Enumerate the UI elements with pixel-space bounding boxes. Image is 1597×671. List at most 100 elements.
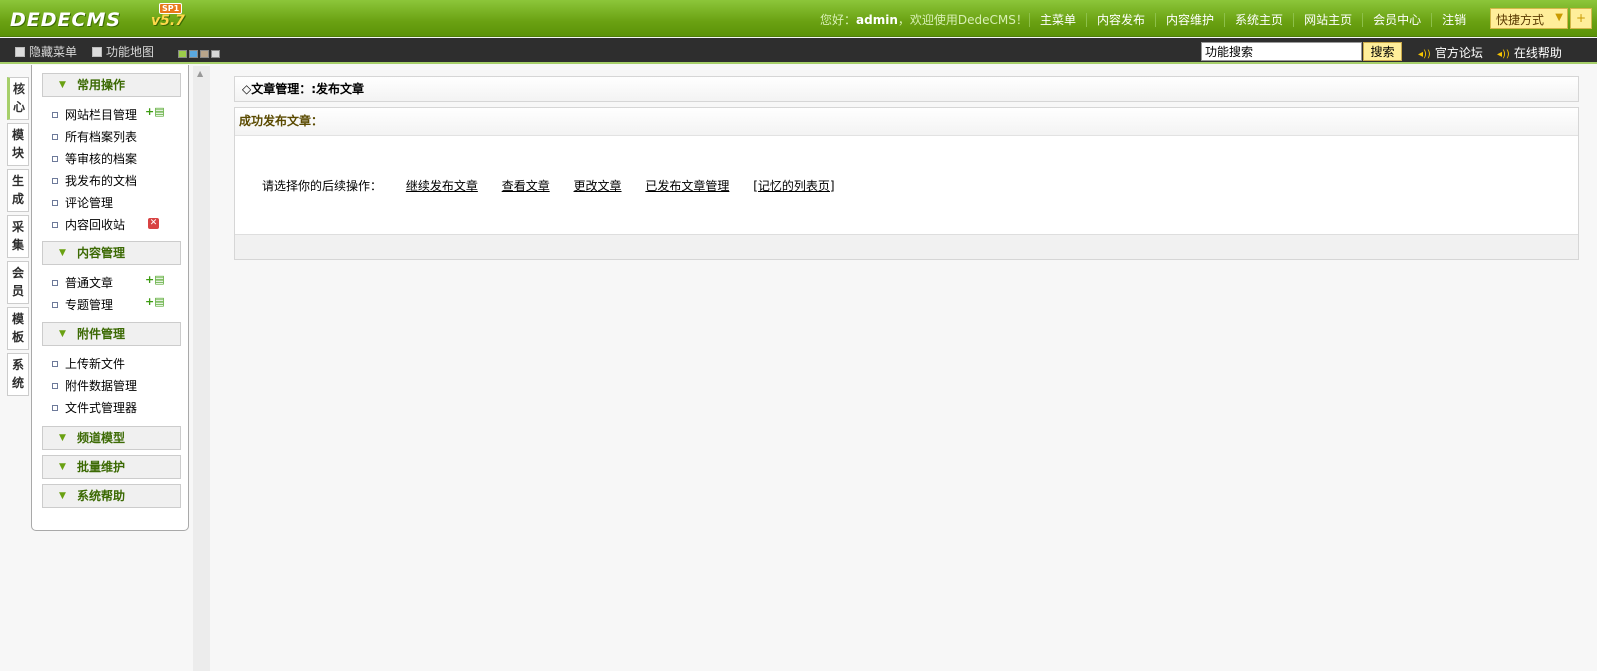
- menu-item-recycle-bin[interactable]: 内容回收站 ✕: [52, 216, 159, 233]
- quick-menu-label: 快捷方式: [1496, 13, 1545, 27]
- menu-item-all-archives[interactable]: 所有档案列表: [52, 128, 137, 145]
- view-article-link[interactable]: 查看文章: [502, 179, 550, 193]
- help-label: 在线帮助: [1513, 46, 1562, 60]
- menu-item-label: 内容回收站: [65, 218, 126, 232]
- bullet-icon: [52, 383, 58, 389]
- add-icon[interactable]: +▤: [145, 105, 165, 118]
- tab-templates[interactable]: 模板: [7, 307, 29, 350]
- signal-icon: ◂)): [1418, 49, 1431, 60]
- group-title: 附件管理: [77, 327, 126, 341]
- skin-brown-swatch[interactable]: [200, 50, 209, 58]
- tab-collect-label: 采集: [12, 220, 25, 252]
- chevron-down-icon: ▼: [59, 248, 66, 258]
- skin-gray-swatch[interactable]: [211, 50, 220, 58]
- skin-switcher: [178, 47, 222, 61]
- group-channel-models[interactable]: ▼ 频道模型: [42, 426, 181, 450]
- search-input[interactable]: [1201, 42, 1362, 61]
- forum-link[interactable]: ◂)) 官方论坛: [1418, 44, 1483, 61]
- nav-main-menu[interactable]: 主菜单: [1029, 13, 1087, 27]
- group-title: 批量维护: [77, 460, 126, 474]
- top-header: DEDECMS v5.7 SP1 您好：admin，欢迎使用DedeCMS！ 主…: [0, 0, 1597, 37]
- clear-icon[interactable]: ✕: [148, 218, 159, 229]
- tab-members[interactable]: 会员: [7, 261, 29, 304]
- skin-blue-swatch[interactable]: [189, 50, 198, 58]
- group-system-help[interactable]: ▼ 系统帮助: [42, 484, 181, 508]
- tab-generate-label: 生成: [12, 174, 25, 206]
- nav-member-center[interactable]: 会员中心: [1362, 13, 1432, 27]
- help-link[interactable]: ◂)) 在线帮助: [1497, 44, 1562, 61]
- menu-item-label: 所有档案列表: [65, 130, 138, 144]
- chevron-down-icon: ▼: [59, 433, 66, 443]
- version-label: v5.7: [151, 13, 185, 29]
- chevron-down-icon: ▼: [59, 80, 66, 90]
- chevron-down-icon: ▼: [59, 329, 66, 339]
- menu-item-topics[interactable]: 专题管理 +▤: [52, 295, 165, 313]
- site-map-label: 功能地图: [106, 45, 155, 59]
- actions-prompt: 请选择你的后续操作：: [262, 179, 383, 193]
- bullet-icon: [52, 112, 58, 118]
- menu-item-articles[interactable]: 普通文章 +▤: [52, 273, 165, 291]
- nav-content-publish[interactable]: 内容发布: [1086, 13, 1156, 27]
- chevron-down-icon: ▼: [59, 491, 66, 501]
- remembered-list-link[interactable]: [记忆的列表页]: [753, 179, 834, 193]
- collapse-arrow-icon[interactable]: ▲: [197, 69, 203, 78]
- menu-item-my-documents[interactable]: 我发布的文档: [52, 172, 137, 189]
- bullet-icon: [52, 280, 58, 286]
- group-attachments[interactable]: ▼ 附件管理: [42, 322, 181, 346]
- add-icon[interactable]: +▤: [145, 273, 165, 286]
- edit-article-link[interactable]: 更改文章: [574, 179, 622, 193]
- site-map-button[interactable]: 功能地图: [92, 43, 154, 60]
- tab-core[interactable]: 核心: [7, 77, 29, 120]
- hide-menu-label: 隐藏菜单: [29, 45, 78, 59]
- bullet-icon: [52, 302, 58, 308]
- welcome-suffix: ，欢迎使用DedeCMS！: [897, 13, 1028, 27]
- group-title: 系统帮助: [77, 489, 126, 503]
- bullet-icon: [52, 405, 58, 411]
- sidebar-splitter[interactable]: ▲: [193, 66, 210, 671]
- nav-site-home[interactable]: 网站主页: [1293, 13, 1363, 27]
- bullet-icon: [52, 134, 58, 140]
- menu-item-label: 专题管理: [65, 298, 114, 312]
- result-title: 成功发布文章：: [235, 108, 1578, 136]
- menu-item-category-manage[interactable]: 网站栏目管理 +▤: [52, 105, 165, 123]
- menu-item-pending-archives[interactable]: 等审核的档案: [52, 150, 137, 167]
- module-tabs: 核心 模块 生成 采集 会员 模板 系统: [7, 77, 31, 399]
- quick-add-button[interactable]: +: [1570, 8, 1592, 29]
- logo: DEDECMS: [10, 9, 122, 31]
- bullet-icon: [52, 200, 58, 206]
- menu-item-comments[interactable]: 评论管理: [52, 194, 113, 211]
- search-button[interactable]: 搜索: [1363, 42, 1402, 61]
- result-footer: [235, 234, 1578, 259]
- menu-item-file-manager[interactable]: 文件式管理器: [52, 399, 137, 416]
- menu-item-label: 我发布的文档: [65, 174, 138, 188]
- continue-publish-link[interactable]: 继续发布文章: [406, 179, 478, 193]
- tab-generate[interactable]: 生成: [7, 169, 29, 212]
- menu-item-label: 附件数据管理: [65, 379, 138, 393]
- group-content-manage[interactable]: ▼ 内容管理: [42, 241, 181, 265]
- skin-green-swatch[interactable]: [178, 50, 187, 58]
- group-common-ops[interactable]: ▼ 常用操作: [42, 73, 181, 97]
- group-title: 频道模型: [77, 431, 126, 445]
- welcome-message: 您好：admin，欢迎使用DedeCMS！: [820, 11, 1028, 28]
- forum-label: 官方论坛: [1434, 46, 1483, 60]
- chevron-down-icon: ▼: [59, 462, 66, 472]
- welcome-prefix: 您好：: [820, 13, 857, 27]
- published-articles-link[interactable]: 已发布文章管理: [645, 179, 729, 193]
- add-icon[interactable]: +▤: [145, 295, 165, 308]
- hide-menu-button[interactable]: 隐藏菜单: [15, 43, 77, 60]
- menu-item-attachment-data[interactable]: 附件数据管理: [52, 377, 137, 394]
- username: admin: [856, 13, 898, 27]
- menu-item-label: 普通文章: [65, 276, 114, 290]
- menu-icon: [15, 47, 25, 57]
- top-nav: 主菜单 内容发布 内容维护 系统主页 网站主页 会员中心 注销: [1029, 11, 1477, 27]
- tab-collect[interactable]: 采集: [7, 215, 29, 258]
- quick-menu-button[interactable]: 快捷方式 ▼: [1490, 8, 1568, 29]
- page-title: ◇文章管理：:发布文章: [234, 76, 1579, 102]
- nav-content-maintain[interactable]: 内容维护: [1155, 13, 1225, 27]
- nav-logout[interactable]: 注销: [1431, 13, 1477, 27]
- tab-modules[interactable]: 模块: [7, 123, 29, 166]
- nav-system-home[interactable]: 系统主页: [1224, 13, 1294, 27]
- menu-item-upload-file[interactable]: 上传新文件: [52, 355, 125, 372]
- group-batch-maintain[interactable]: ▼ 批量维护: [42, 455, 181, 479]
- tab-system[interactable]: 系统: [7, 353, 29, 396]
